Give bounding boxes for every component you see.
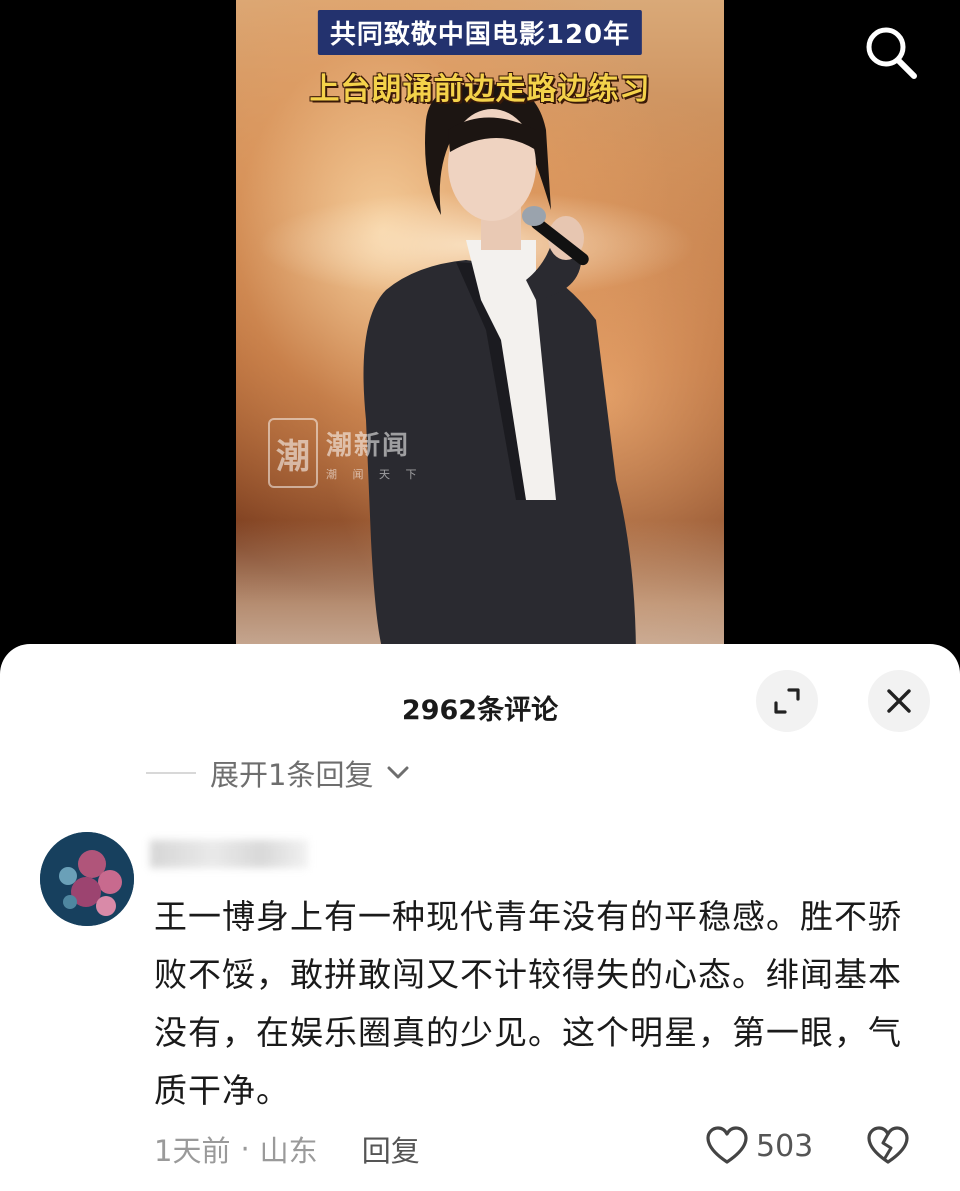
expand-icon — [774, 688, 800, 714]
expand-button[interactable] — [756, 670, 818, 732]
comment-time: 1天前 — [154, 1134, 231, 1168]
video-frame[interactable]: 共同致敬中国电影120年 上台朗诵前边走路边练习 潮 潮新闻 潮 闻 天 下 — [236, 0, 724, 660]
reply-button[interactable]: 回复 — [362, 1128, 420, 1170]
broken-heart-icon — [867, 1126, 909, 1164]
video-player[interactable]: 共同致敬中国电影120年 上台朗诵前边走路边练习 潮 潮新闻 潮 闻 天 下 — [0, 0, 960, 660]
video-caption-title: 共同致敬中国电影120年 — [317, 10, 643, 55]
comment-location: 山东 — [259, 1134, 318, 1168]
close-button[interactable] — [868, 670, 930, 732]
chevron-down-icon — [387, 766, 409, 779]
expand-replies-label: 展开1条回复 — [210, 758, 374, 792]
like-count: 503 — [756, 1128, 814, 1164]
username-blurred — [150, 840, 308, 868]
meta-separator: · — [240, 1132, 250, 1166]
reply-divider — [146, 772, 196, 774]
watermark-subtitle: 潮 闻 天 下 — [326, 467, 423, 481]
watermark-logo: 潮 — [268, 418, 318, 488]
comments-panel: 2962条评论 展开1条回复 王一博身上有一种现代青年没有的平稳感。胜不骄败不馁… — [0, 644, 960, 1191]
close-icon — [887, 689, 911, 713]
heart-icon — [706, 1126, 748, 1164]
watermark-name: 潮新闻 — [326, 430, 411, 461]
expand-replies-link[interactable]: 展开1条回复 — [146, 752, 409, 794]
dislike-button[interactable] — [866, 1126, 910, 1170]
like-button[interactable]: 503 — [706, 1126, 813, 1166]
video-caption-subtitle: 上台朗诵前边走路边练习 — [309, 72, 651, 107]
comment-text: 王一博身上有一种现代青年没有的平稳感。胜不骄败不馁，敢拼敢闯又不计较得失的心态。… — [154, 897, 902, 1110]
search-button[interactable] — [858, 22, 922, 82]
news-watermark: 潮 潮新闻 潮 闻 天 下 — [268, 418, 423, 488]
avatar[interactable] — [40, 832, 134, 926]
avatar-image — [40, 832, 134, 926]
search-icon — [866, 27, 917, 79]
comment-meta: 1天前 · 山东 回复 — [154, 1128, 420, 1170]
